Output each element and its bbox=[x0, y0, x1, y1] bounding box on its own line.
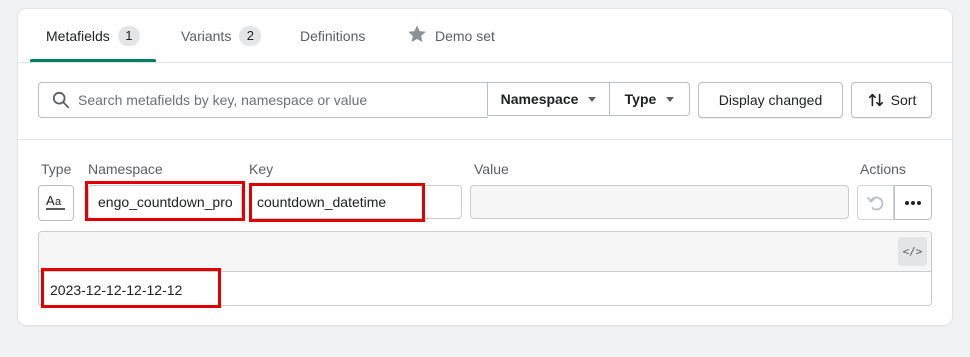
sort-button[interactable]: Sort bbox=[851, 82, 932, 118]
column-header-type: Type bbox=[41, 161, 72, 177]
filter-bar: Search metafields by key, namespace or v… bbox=[18, 63, 952, 140]
column-header-value: Value bbox=[474, 161, 509, 177]
caret-down-icon bbox=[666, 96, 675, 102]
column-header-key: Key bbox=[249, 161, 274, 177]
column-header-namespace: Namespace bbox=[88, 161, 163, 177]
active-tab-indicator bbox=[30, 59, 156, 62]
caret-down-icon bbox=[588, 96, 597, 102]
svg-text:A: A bbox=[46, 193, 55, 208]
tab-count-badge: 2 bbox=[239, 25, 262, 46]
tab-metafields[interactable]: Metafields 1 bbox=[30, 9, 156, 62]
metafields-card: Metafields 1 Variants 2 Definitions Demo… bbox=[18, 9, 952, 325]
undo-button[interactable] bbox=[857, 185, 894, 220]
type-filter-button[interactable]: Type bbox=[610, 82, 690, 116]
text-type-icon: A a bbox=[45, 193, 67, 213]
svg-text:a: a bbox=[55, 196, 62, 208]
code-view-button[interactable]: </> bbox=[898, 237, 927, 266]
tab-variants[interactable]: Variants 2 bbox=[181, 9, 262, 62]
search-icon bbox=[52, 91, 70, 109]
star-icon bbox=[407, 24, 427, 47]
value-editor: </> 2023-12-12-12-12-12 bbox=[38, 231, 932, 306]
tab-count-badge: 1 bbox=[117, 25, 140, 46]
value-field[interactable] bbox=[470, 185, 849, 219]
more-horizontal-icon bbox=[904, 200, 922, 206]
tab-label: Variants bbox=[181, 27, 232, 44]
tab-definitions[interactable]: Definitions bbox=[300, 9, 365, 62]
more-actions-button[interactable] bbox=[894, 185, 932, 220]
editor-toolbar: </> bbox=[39, 232, 931, 272]
tab-demo-set[interactable]: Demo set bbox=[407, 9, 495, 62]
editor-content[interactable]: 2023-12-12-12-12-12 bbox=[39, 272, 931, 305]
sort-icon bbox=[867, 91, 885, 109]
display-changed-label: Display changed bbox=[718, 92, 823, 108]
tab-label: Definitions bbox=[300, 27, 366, 44]
search-placeholder: Search metafields by key, namespace or v… bbox=[78, 92, 368, 108]
text-type-button[interactable]: A a bbox=[38, 185, 74, 221]
code-icon: </> bbox=[902, 245, 923, 258]
namespace-filter-button[interactable]: Namespace bbox=[487, 82, 610, 116]
tab-bar: Metafields 1 Variants 2 Definitions Demo… bbox=[18, 9, 952, 63]
sort-label: Sort bbox=[890, 92, 917, 108]
undo-icon bbox=[866, 193, 886, 213]
tab-label: Metafields bbox=[46, 27, 110, 44]
namespace-field[interactable]: engo_countdown_pro bbox=[88, 185, 242, 219]
namespace-filter-label: Namespace bbox=[500, 91, 579, 107]
type-filter-label: Type bbox=[624, 91, 657, 107]
key-field[interactable]: countdown_datetime bbox=[249, 185, 462, 219]
tab-label: Demo set bbox=[435, 27, 495, 44]
column-header-actions: Actions bbox=[860, 161, 906, 177]
search-input[interactable]: Search metafields by key, namespace or v… bbox=[38, 82, 488, 118]
display-changed-button[interactable]: Display changed bbox=[698, 82, 843, 118]
